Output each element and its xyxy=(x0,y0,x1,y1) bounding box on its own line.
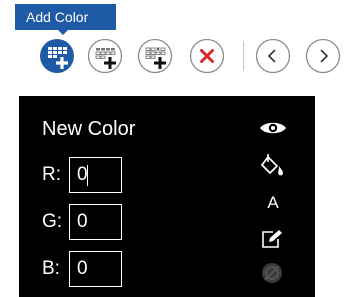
next-button[interactable] xyxy=(305,38,341,74)
color-panel: New Color R: G: B: A xyxy=(19,96,315,297)
text-caret xyxy=(87,165,88,186)
color-editor: Add Color New Color R: 0 G: 0 B: 0 A xyxy=(0,0,347,297)
eye-icon[interactable] xyxy=(259,120,287,141)
insert-color-icon xyxy=(87,38,123,74)
blue-label: B: xyxy=(42,258,60,279)
text-color-icon[interactable]: A xyxy=(265,192,281,214)
chevron-left-icon xyxy=(255,38,291,74)
add-color-icon xyxy=(40,39,74,73)
blue-input[interactable] xyxy=(69,251,122,287)
previous-button[interactable] xyxy=(255,38,291,74)
add-color-button[interactable] xyxy=(39,38,75,74)
chevron-right-icon xyxy=(305,38,341,74)
disabled-circle-icon xyxy=(261,262,283,289)
green-label: G: xyxy=(42,211,63,232)
panel-title: New Color xyxy=(42,118,136,140)
red-input[interactable] xyxy=(69,157,122,193)
add-color-tooltip: Add Color xyxy=(15,4,116,30)
delete-color-button[interactable] xyxy=(189,38,225,74)
duplicate-color-button[interactable] xyxy=(137,38,173,74)
delete-icon xyxy=(189,38,225,74)
red-label: R: xyxy=(42,164,61,185)
toolbar-separator xyxy=(243,41,244,71)
fill-bucket-icon[interactable] xyxy=(260,153,285,184)
tooltip-pointer xyxy=(58,30,68,35)
duplicate-color-icon xyxy=(137,38,173,74)
insert-color-button[interactable] xyxy=(87,38,123,74)
edit-icon[interactable] xyxy=(261,229,283,254)
tooltip-text: Add Color xyxy=(26,9,89,25)
green-input[interactable] xyxy=(69,204,122,240)
